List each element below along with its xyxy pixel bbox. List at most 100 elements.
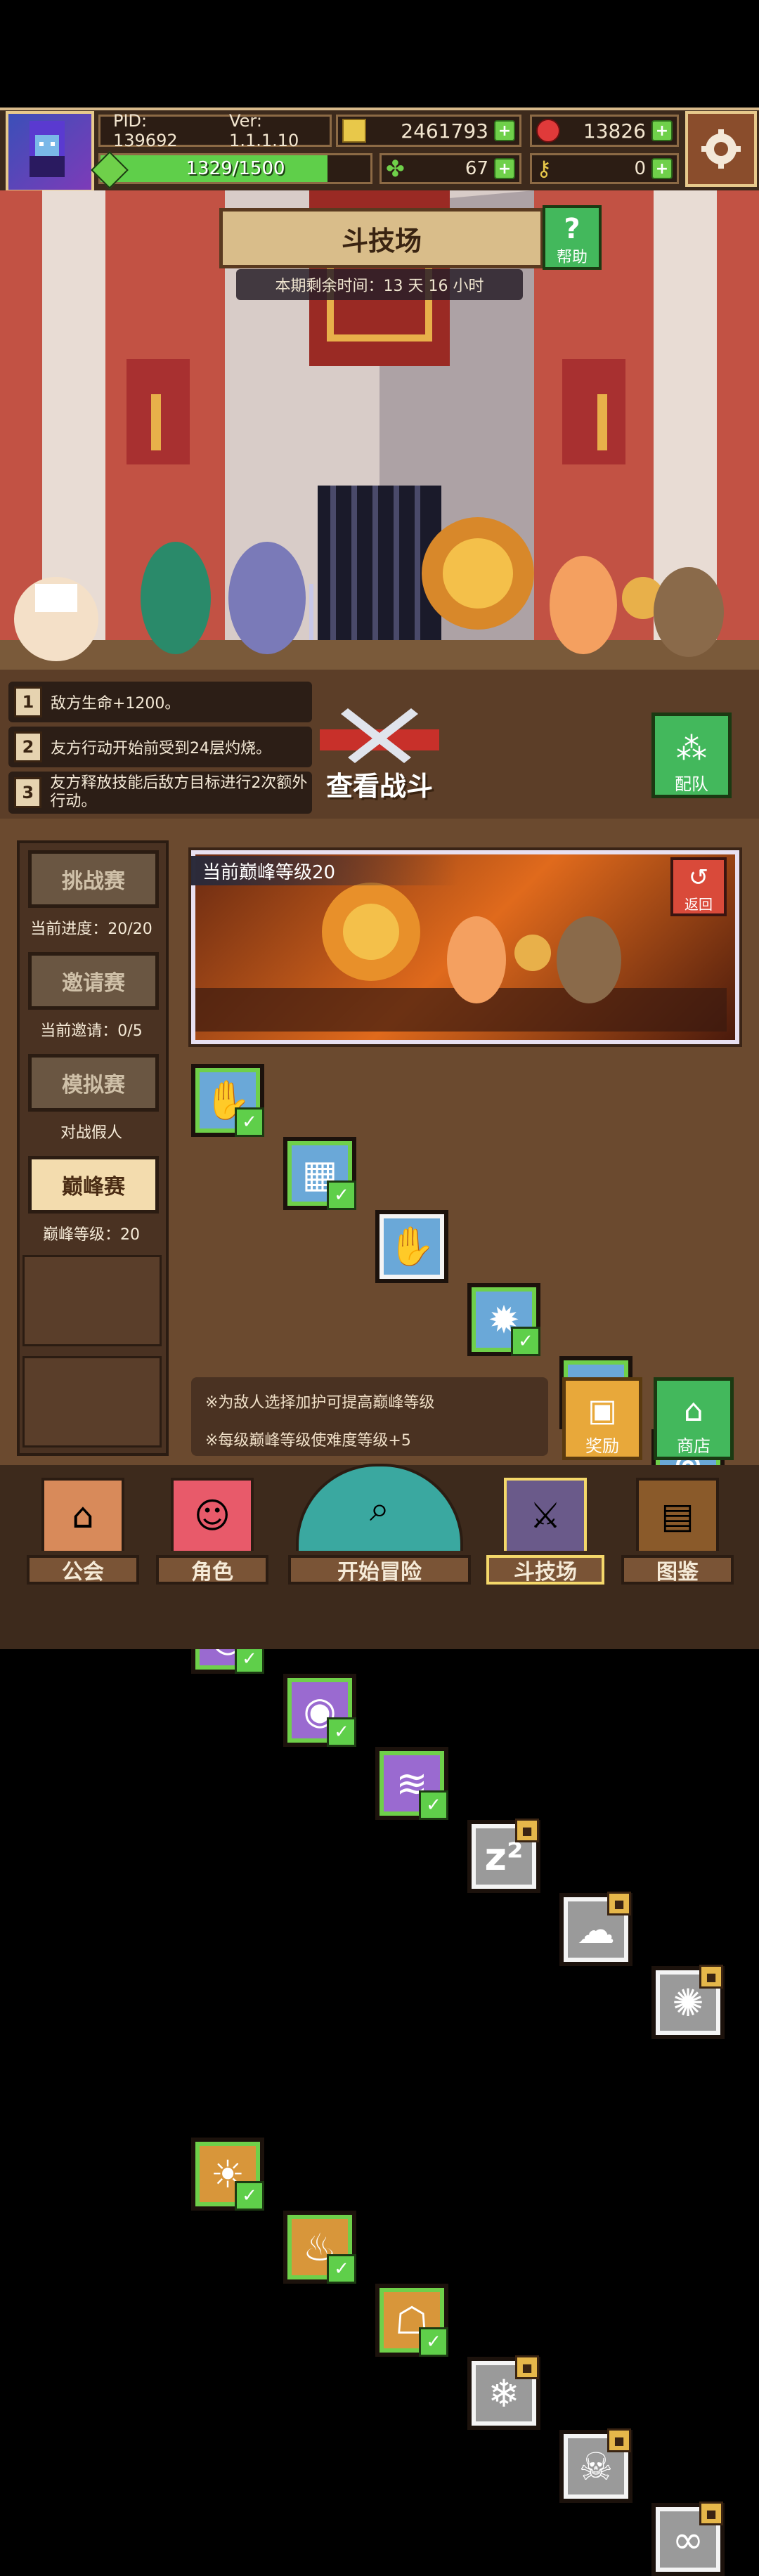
gear-icon bbox=[701, 129, 741, 169]
player-avatar[interactable] bbox=[6, 111, 94, 193]
add-key-button[interactable]: + bbox=[651, 158, 673, 179]
nav-tab-adventure[interactable]: ⌕ 开始冒险 bbox=[288, 1455, 471, 1585]
nav-label: 斗技场 bbox=[486, 1555, 604, 1585]
key-value: 0 bbox=[634, 158, 646, 179]
adventure-map-icon: ⌕ bbox=[296, 1464, 463, 1551]
version-text: Ver: 1.1.1.10 bbox=[229, 111, 299, 150]
mode-peak: 巅峰赛 巅峰等级：20 bbox=[28, 1156, 159, 1244]
reward-label: 奖励 bbox=[585, 1436, 619, 1456]
gold-pill: 2461793 + bbox=[336, 115, 521, 147]
peak-level: 巅峰等级：20 bbox=[43, 1226, 140, 1244]
check-icon: ✓ bbox=[327, 1180, 356, 1210]
crossed-swords-icon bbox=[320, 708, 439, 763]
nav-label: 开始冒险 bbox=[288, 1555, 471, 1585]
check-icon: ✓ bbox=[327, 1717, 356, 1747]
lock-icon: ■ bbox=[699, 1965, 723, 1989]
modifier-text: 友方释放技能后敌方目标进行2次额外行动。 bbox=[50, 774, 308, 810]
pid-text: PID: 139692 bbox=[113, 111, 178, 150]
blessing-fire[interactable]: ♨ ✓ bbox=[283, 2211, 356, 2284]
simulation-mode-button[interactable]: 模拟赛 bbox=[28, 1054, 159, 1112]
mode-challenge: 挑战赛 当前进度：20/20 bbox=[28, 850, 159, 939]
lock-icon: ■ bbox=[607, 2428, 631, 2452]
view-battle-button[interactable]: 查看战斗 bbox=[316, 698, 443, 803]
blessing-cloud-locked[interactable]: ☁ ■ bbox=[559, 1892, 632, 1966]
check-icon: ✓ bbox=[511, 1327, 540, 1356]
pid-version-pill: PID: 139692 Ver: 1.1.1.10 bbox=[98, 111, 332, 150]
team-icon: ⁂ bbox=[676, 731, 707, 767]
peak-mode-button[interactable]: 巅峰赛 bbox=[28, 1156, 159, 1214]
lock-icon: ■ bbox=[515, 1819, 539, 1842]
check-icon: ✓ bbox=[235, 2181, 264, 2211]
help-label: 帮助 bbox=[556, 249, 588, 266]
challenge-mode-button[interactable]: 挑战赛 bbox=[28, 850, 159, 908]
blessing-skull-locked[interactable]: ☠ ■ bbox=[559, 2428, 632, 2503]
formation-label: 配队 bbox=[675, 774, 708, 794]
arena-title-banner: 斗技场 bbox=[219, 208, 544, 268]
check-icon: ✓ bbox=[419, 1790, 448, 1820]
peak-tips-box: ※为敌人选择加护可提高巅峰等级 ※每级巅峰等级使难度等级+5 bbox=[191, 1377, 548, 1456]
lock-icon: ■ bbox=[515, 2355, 539, 2379]
energy-value: 1329/1500 bbox=[186, 158, 285, 179]
formation-button[interactable]: ⁂ 配队 bbox=[651, 713, 732, 798]
shop-icon: ⌂ bbox=[684, 1393, 703, 1429]
nav-label: 角色 bbox=[156, 1555, 268, 1585]
add-clover-button[interactable]: + bbox=[494, 158, 515, 179]
blessing-sleep-locked[interactable]: z² ■ bbox=[467, 1819, 540, 1893]
invitation-count: 当前邀请：0/5 bbox=[40, 1022, 143, 1040]
avatar-portrait-icon bbox=[30, 121, 65, 177]
tip-line-2: ※每级巅峰等级使难度等级+5 bbox=[205, 1432, 411, 1450]
shop-label: 商店 bbox=[677, 1436, 711, 1456]
simulation-desc: 对战假人 bbox=[60, 1124, 122, 1142]
empty-slot bbox=[22, 1356, 162, 1448]
blessing-paw[interactable]: ✋ bbox=[375, 1210, 448, 1283]
red-gem-icon bbox=[536, 119, 560, 143]
energy-bar: 1329/1500 bbox=[91, 151, 372, 189]
modifier-row-3: 3 友方释放技能后敌方目标进行2次额外行动。 bbox=[8, 772, 312, 814]
blessing-wave[interactable]: ≋ ✓ bbox=[375, 1747, 448, 1820]
blessing-vortex[interactable]: ◉ ✓ bbox=[283, 1674, 356, 1747]
mode-invitation: 邀请赛 当前邀请：0/5 bbox=[28, 952, 159, 1041]
blessing-infinity-locked[interactable]: ∞ ■ bbox=[651, 2502, 725, 2576]
shop-button[interactable]: ⌂ 商店 bbox=[654, 1377, 734, 1460]
help-button[interactable]: ? 帮助 bbox=[543, 205, 602, 270]
return-button[interactable]: ↺ 返回 bbox=[670, 857, 727, 916]
invitation-mode-button[interactable]: 邀请赛 bbox=[28, 952, 159, 1010]
nav-tab-codex[interactable]: ▤ 图鉴 bbox=[621, 1465, 734, 1585]
nav-tab-arena[interactable]: ⚔ 斗技场 bbox=[486, 1465, 604, 1585]
key-pill: ⚷ 0 + bbox=[530, 153, 679, 184]
clover-pill: ✤ 67 + bbox=[379, 153, 521, 184]
tip-line-1: ※为敌人选择加护可提高巅峰等级 bbox=[205, 1394, 435, 1412]
lock-icon: ■ bbox=[699, 2502, 723, 2525]
reward-button[interactable]: ▣ 奖励 bbox=[562, 1377, 642, 1460]
mode-simulation: 模拟赛 对战假人 bbox=[28, 1054, 159, 1143]
modifier-number: 3 bbox=[14, 777, 42, 808]
modifier-number: 1 bbox=[14, 687, 42, 717]
blessing-ghost[interactable]: ☖ ✓ bbox=[375, 2284, 448, 2357]
key-icon: ⚷ bbox=[536, 156, 552, 181]
check-icon: ✓ bbox=[419, 2327, 448, 2357]
modifier-text: 敌方生命+1200。 bbox=[51, 695, 181, 713]
peak-level-title: 当前巅峰等级20 bbox=[191, 856, 458, 885]
nav-label: 公会 bbox=[27, 1555, 139, 1585]
crossed-swords-icon: ⚔ bbox=[504, 1478, 587, 1551]
blessing-light[interactable]: ☀ ✓ bbox=[191, 2138, 264, 2211]
return-label: 返回 bbox=[685, 896, 713, 913]
check-icon: ✓ bbox=[235, 1107, 264, 1137]
settings-button[interactable] bbox=[685, 111, 757, 187]
blessing-claw[interactable]: ✋ ✓ bbox=[191, 1064, 264, 1137]
season-timer: 本期剩余时间：13 天 16 小时 bbox=[236, 269, 523, 300]
blessing-burst-locked[interactable]: ✺ ■ bbox=[651, 1965, 725, 2039]
check-icon: ✓ bbox=[327, 2254, 356, 2284]
nav-tab-character[interactable]: ☺ 角色 bbox=[156, 1465, 268, 1585]
book-icon: ▤ bbox=[636, 1478, 719, 1551]
modifier-row-1: 1 敌方生命+1200。 bbox=[8, 682, 312, 722]
nav-tab-guild[interactable]: ⌂ 公会 bbox=[27, 1465, 139, 1585]
modifier-text: 友方行动开始前受到24层灼烧。 bbox=[51, 740, 271, 757]
blessing-wall[interactable]: ▦ ✓ bbox=[283, 1137, 356, 1210]
add-gold-button[interactable]: + bbox=[494, 120, 515, 141]
blessing-sun[interactable]: ✹ ✓ bbox=[467, 1283, 540, 1356]
add-gem-button[interactable]: + bbox=[651, 120, 673, 141]
blessing-snow-locked[interactable]: ❄ ■ bbox=[467, 2355, 540, 2430]
paw-icon: ✋ bbox=[388, 1224, 436, 1268]
challenge-progress: 当前进度：20/20 bbox=[30, 921, 153, 938]
